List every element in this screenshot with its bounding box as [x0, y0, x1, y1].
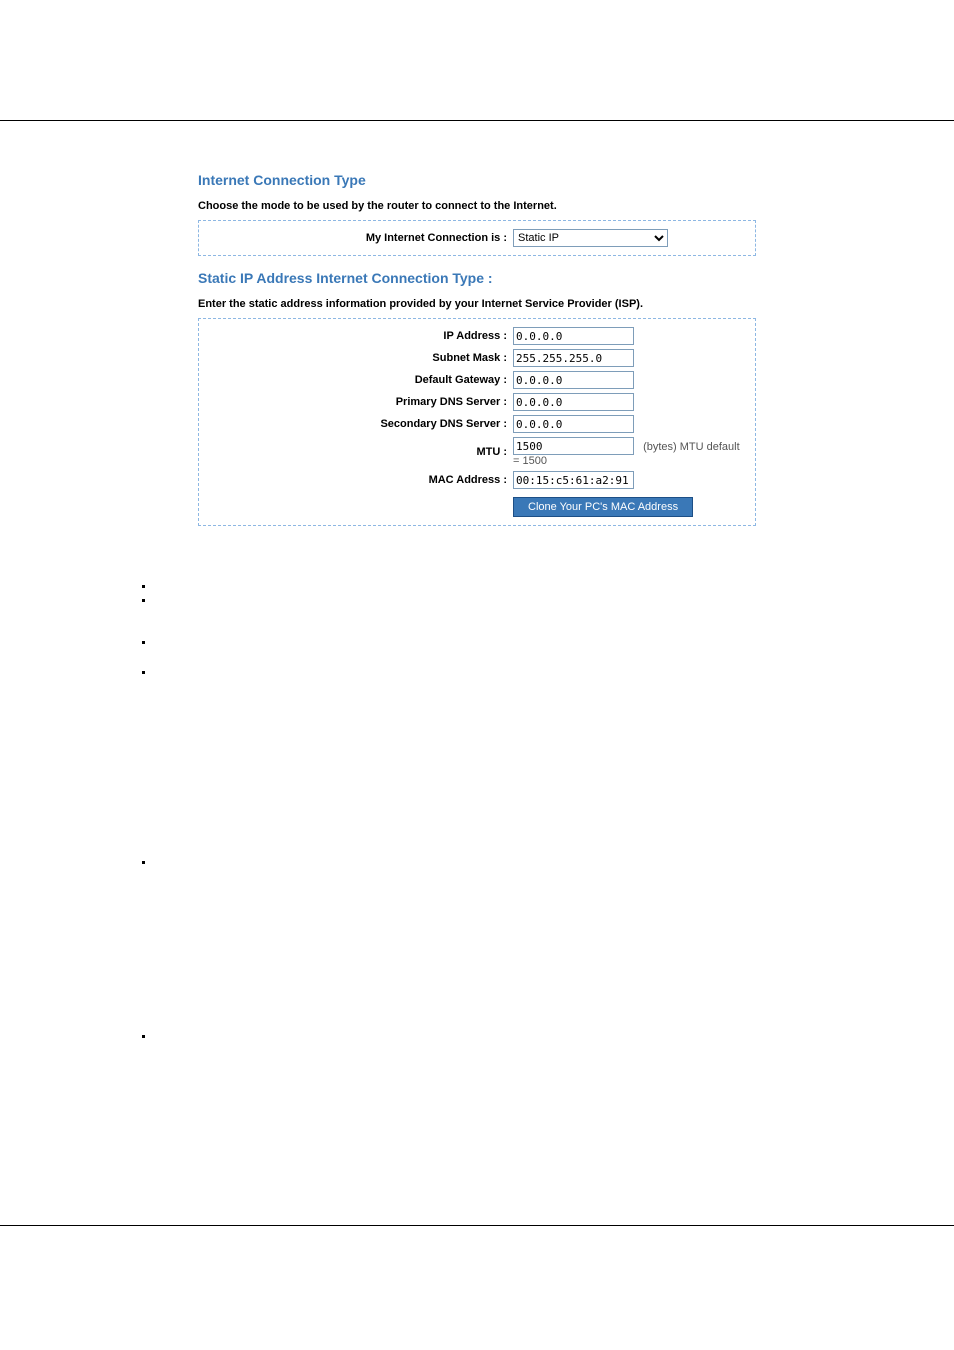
connection-type-box: My Internet Connection is : Static IP: [198, 220, 756, 256]
gateway-label: Default Gateway :: [207, 369, 513, 391]
subnet-input[interactable]: [513, 349, 634, 367]
list-item: [142, 580, 822, 594]
connection-select-label: My Internet Connection is :: [207, 227, 513, 249]
dns1-input[interactable]: [513, 393, 634, 411]
list-item: [142, 1030, 822, 1060]
list-item: [142, 636, 822, 666]
clone-mac-button[interactable]: Clone Your PC's MAC Address: [513, 497, 693, 517]
dns2-label: Secondary DNS Server :: [207, 413, 513, 435]
bullet-group2: [142, 856, 822, 920]
subnet-label: Subnet Mask :: [207, 347, 513, 369]
connection-select[interactable]: Static IP: [513, 229, 668, 247]
list-item: [142, 856, 822, 920]
ip-input[interactable]: [513, 327, 634, 345]
ip-label: IP Address :: [207, 325, 513, 347]
list-item: [142, 594, 822, 636]
dns2-input[interactable]: [513, 415, 634, 433]
mtu-input[interactable]: [513, 437, 634, 455]
section2-title: Static IP Address Internet Connection Ty…: [198, 270, 756, 286]
static-ip-box: IP Address : Subnet Mask : Default Gatew…: [198, 318, 756, 526]
mtu-label: MTU :: [207, 435, 513, 469]
bullet-group3: [142, 1030, 822, 1060]
section1-prompt: Choose the mode to be used by the router…: [198, 200, 756, 212]
section2-prompt: Enter the static address information pro…: [198, 298, 756, 310]
gateway-input[interactable]: [513, 371, 634, 389]
bullet-group1: [142, 580, 822, 696]
list-item: [142, 666, 822, 696]
dns1-label: Primary DNS Server :: [207, 391, 513, 413]
mac-input[interactable]: [513, 471, 634, 489]
mac-label: MAC Address :: [207, 469, 513, 491]
section1-title: Internet Connection Type: [198, 172, 756, 188]
